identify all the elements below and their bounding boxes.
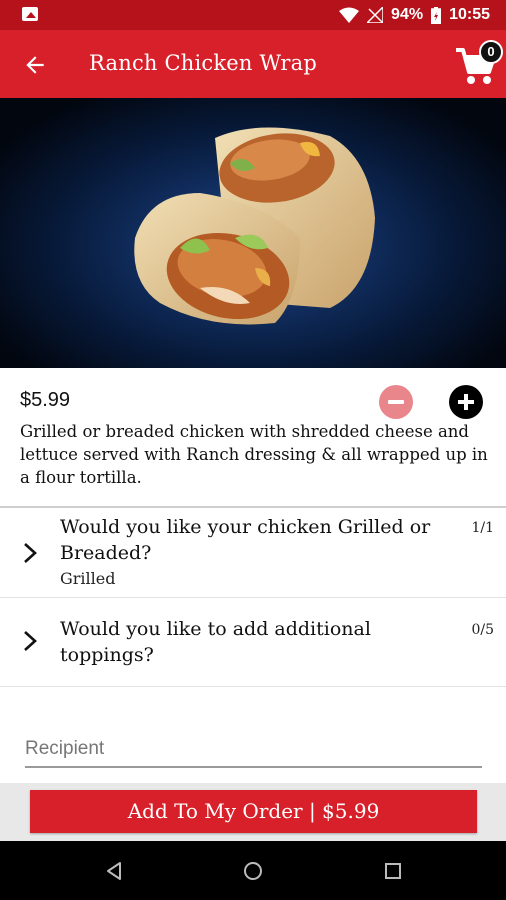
wifi-icon [339,7,360,23]
option-toppings[interactable]: Would you like to add additional topping… [0,598,506,686]
clock: 10:55 [449,6,490,23]
product-description: Grilled or breaded chicken with shredded… [20,422,488,487]
cart-count-badge: 0 [479,40,503,64]
option-chicken-style[interactable]: Would you like your chicken Grilled or B… [0,508,506,597]
decrease-quantity-button[interactable] [379,385,413,419]
option-count: 0/5 [471,622,494,638]
chevron-right-icon [24,543,37,563]
nav-home-icon[interactable] [243,861,263,881]
back-arrow-icon[interactable] [22,52,48,78]
nav-back-icon[interactable] [104,861,124,881]
add-to-order-button[interactable]: Add To My Order | $5.99 [30,790,477,833]
option-selected-value: Grilled [60,569,116,588]
system-nav-bar [0,841,506,900]
wrap-illustration [134,127,375,325]
product-price: $5.99 [20,389,71,411]
battery-icon [431,6,442,24]
increase-quantity-button[interactable] [449,385,483,419]
product-image [0,98,506,368]
option-count: 1/1 [471,520,494,536]
recipient-input[interactable] [25,732,482,768]
app-bar: Ranch Chicken Wrap 0 [0,30,506,98]
status-bar: 94% 10:55 [0,0,506,30]
battery-percent: 94% [391,6,424,23]
no-signal-icon [367,7,384,23]
option-question: Would you like your chicken Grilled or B… [60,516,431,564]
option-question: Would you like to add additional topping… [60,618,371,666]
chevron-right-icon [24,631,37,651]
page-title: Ranch Chicken Wrap [89,51,317,75]
nav-recents-icon[interactable] [384,861,402,881]
gallery-icon [22,7,38,21]
divider [0,686,506,687]
order-bar: Add To My Order | $5.99 [0,783,506,841]
